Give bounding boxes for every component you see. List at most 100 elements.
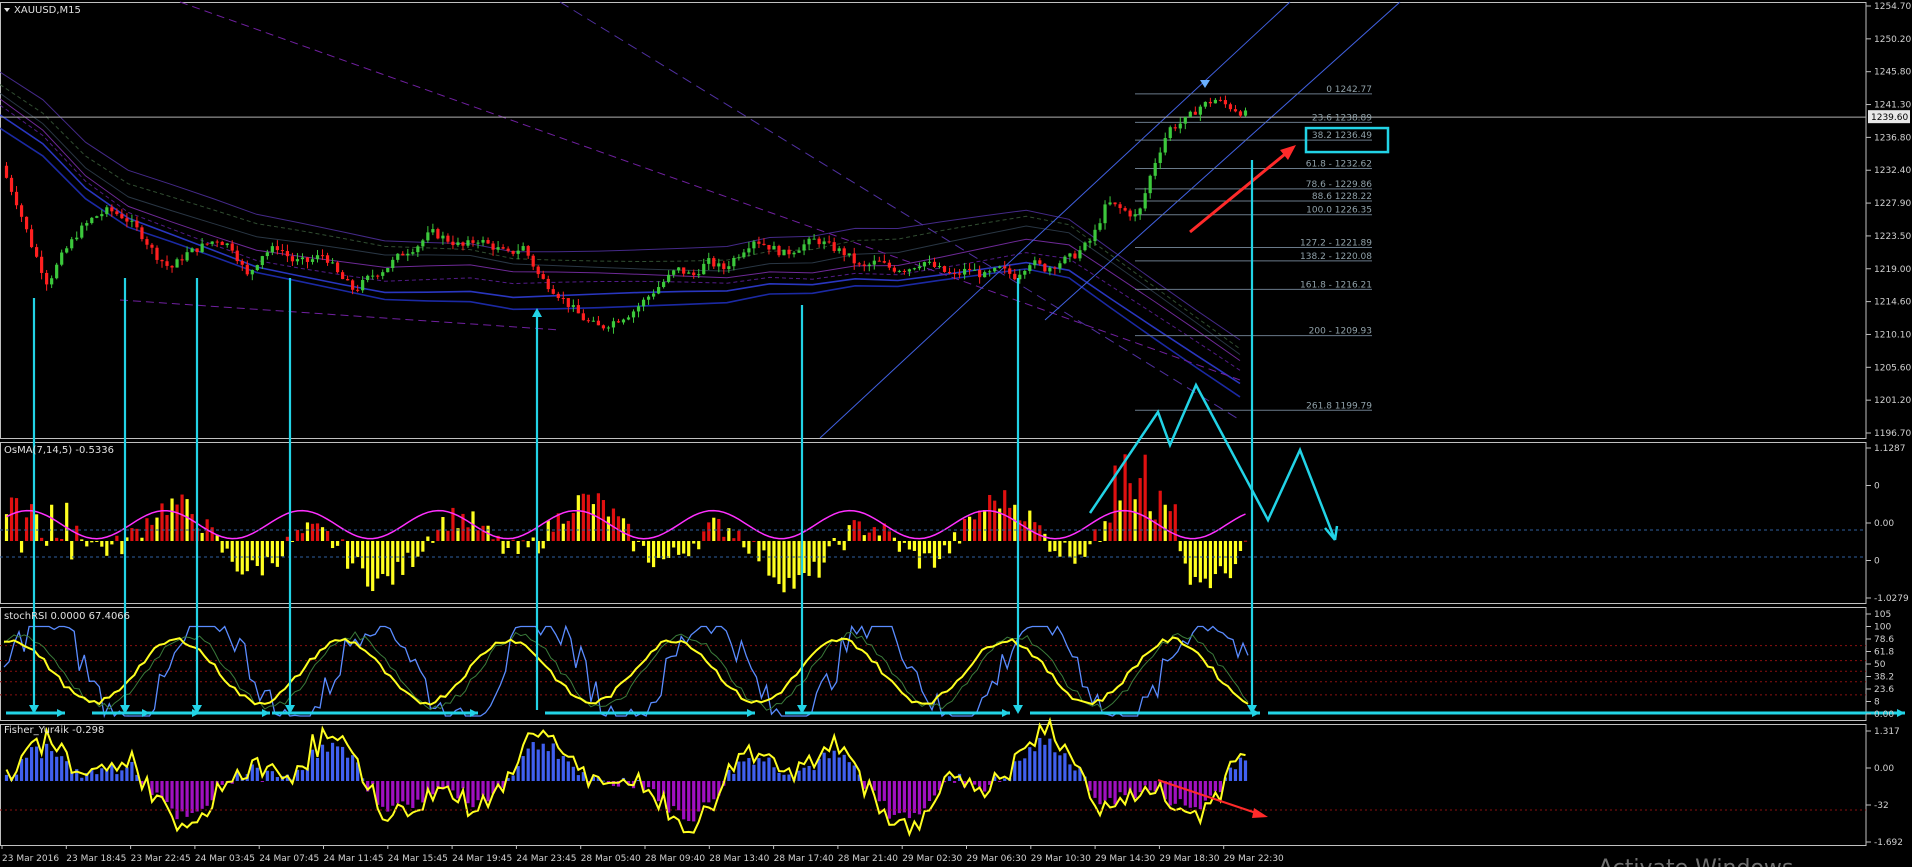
candle-body — [662, 281, 666, 288]
watermark-text: Activate Windows — [1598, 856, 1793, 867]
osma-bar — [65, 502, 69, 541]
candle-body — [1158, 152, 1162, 163]
fisher-bar — [516, 766, 520, 781]
candle-body — [280, 250, 284, 252]
candle-body — [481, 240, 485, 243]
candle-body — [441, 235, 445, 239]
candle-body — [1093, 229, 1097, 242]
fisher-bar — [335, 746, 340, 781]
osma-bar — [606, 516, 611, 541]
time-axis-label: 24 Mar 03:45 — [195, 854, 255, 864]
trend-line-dashed — [179, 1, 1241, 381]
fisher-bar — [29, 747, 34, 781]
osma-bar — [320, 527, 325, 541]
osma-bar — [626, 523, 631, 541]
fisher-bar — [817, 758, 821, 781]
candle-body — [1173, 127, 1177, 129]
osma-bar — [1233, 541, 1238, 565]
osma-bar — [917, 541, 922, 569]
fisher-axis-label: -1.692 — [1874, 838, 1903, 848]
fisher-bar — [667, 781, 671, 813]
osma-bar — [672, 541, 676, 548]
candle-body — [1123, 208, 1127, 211]
candle-body — [988, 271, 992, 273]
fisher-bar — [80, 777, 84, 781]
fib-level-label: 127.2 - 1221.89 — [1300, 239, 1372, 249]
osma-bar — [677, 541, 681, 555]
fisher-bar — [576, 775, 580, 781]
horizontal-arrowhead — [57, 709, 65, 717]
osma-bar — [521, 540, 525, 542]
fisher-bar — [1043, 744, 1047, 781]
osma-bar — [155, 517, 159, 541]
candle-body — [807, 238, 811, 245]
fisher-bar — [511, 775, 515, 781]
fisher-bar — [1213, 781, 1217, 792]
fib-level-label: 200 - 1209.93 — [1309, 327, 1372, 337]
osma-bars — [4, 454, 1248, 593]
ma-band — [0, 84, 1241, 350]
fisher-bar — [912, 781, 917, 813]
stoch-axis-label: 50 — [1874, 660, 1886, 670]
candle-body — [1058, 263, 1062, 269]
osma-bar — [651, 541, 656, 568]
candle-body — [842, 248, 846, 256]
candle-body — [406, 253, 410, 256]
candle-body — [962, 268, 967, 275]
candle-body — [897, 270, 901, 272]
fisher-axis-label: 0.00 — [1874, 764, 1894, 774]
fisher-bar — [14, 774, 19, 781]
candle-body — [782, 249, 786, 256]
time-axis-label: 24 Mar 15:45 — [388, 854, 448, 864]
price-axis-label: 1241.30 — [1874, 101, 1911, 111]
osma-bar — [561, 523, 565, 541]
trading-chart-canvas[interactable]: 0 1242.77 23.6 1238.89 38.2 1236.49 61.8 - … — [0, 0, 1912, 867]
osma-bar — [481, 525, 485, 541]
osma-panel[interactable] — [0, 454, 1866, 593]
osma-bar — [952, 532, 957, 541]
osma-bar — [1013, 504, 1017, 541]
main-price-panel[interactable]: 0 1242.77 23.6 1238.89 38.2 1236.49 61.8 - … — [0, 1, 1866, 439]
osma-axis-label: 0.00 — [1874, 519, 1894, 529]
stochrsi-panel[interactable] — [0, 624, 1866, 719]
fisher-bar — [1023, 758, 1027, 781]
osma-bar — [110, 541, 114, 545]
candle-body — [1063, 256, 1067, 264]
candle-body — [1188, 111, 1192, 117]
candle-body — [1103, 204, 1107, 224]
candle-body — [361, 280, 365, 291]
candle-body — [85, 223, 89, 226]
fisher-bar — [315, 757, 320, 781]
candle-body — [1073, 253, 1077, 259]
candle-body — [586, 320, 590, 322]
osma-bar — [571, 512, 575, 541]
candle-body — [451, 241, 455, 246]
candle-body — [105, 207, 109, 215]
fisher-bar — [471, 781, 475, 808]
time-axis-label: 23 Mar 2016 — [2, 854, 59, 864]
fisher-bar — [697, 781, 701, 812]
fisher-bar — [1063, 753, 1067, 781]
fisher-panel[interactable] — [0, 716, 1866, 838]
osma-bar — [611, 508, 616, 541]
fisher-bar — [1088, 781, 1092, 791]
osma-bar — [340, 539, 345, 541]
stochrsi-title: stochRSI 0.0000 67.4066 — [4, 611, 130, 622]
fisher-bar — [897, 781, 901, 814]
candle-body — [24, 216, 29, 230]
time-axis-label: 29 Mar 02:30 — [902, 854, 962, 864]
osma-bar — [90, 541, 94, 543]
osma-axis-label: 0 — [1874, 557, 1880, 567]
stoch-axis-label: 8 — [1874, 698, 1880, 708]
fisher-bar — [275, 777, 279, 781]
fisher-bar — [1118, 781, 1122, 793]
osma-bar — [862, 535, 866, 541]
candle-body — [29, 229, 34, 248]
fisher-bar — [55, 756, 59, 781]
stoch-axis-label: 105 — [1874, 610, 1891, 620]
osma-bar — [667, 541, 671, 558]
candle-body — [892, 267, 896, 272]
osma-bar — [556, 513, 560, 541]
fisher-bar — [978, 781, 982, 787]
candle-body — [366, 275, 370, 281]
